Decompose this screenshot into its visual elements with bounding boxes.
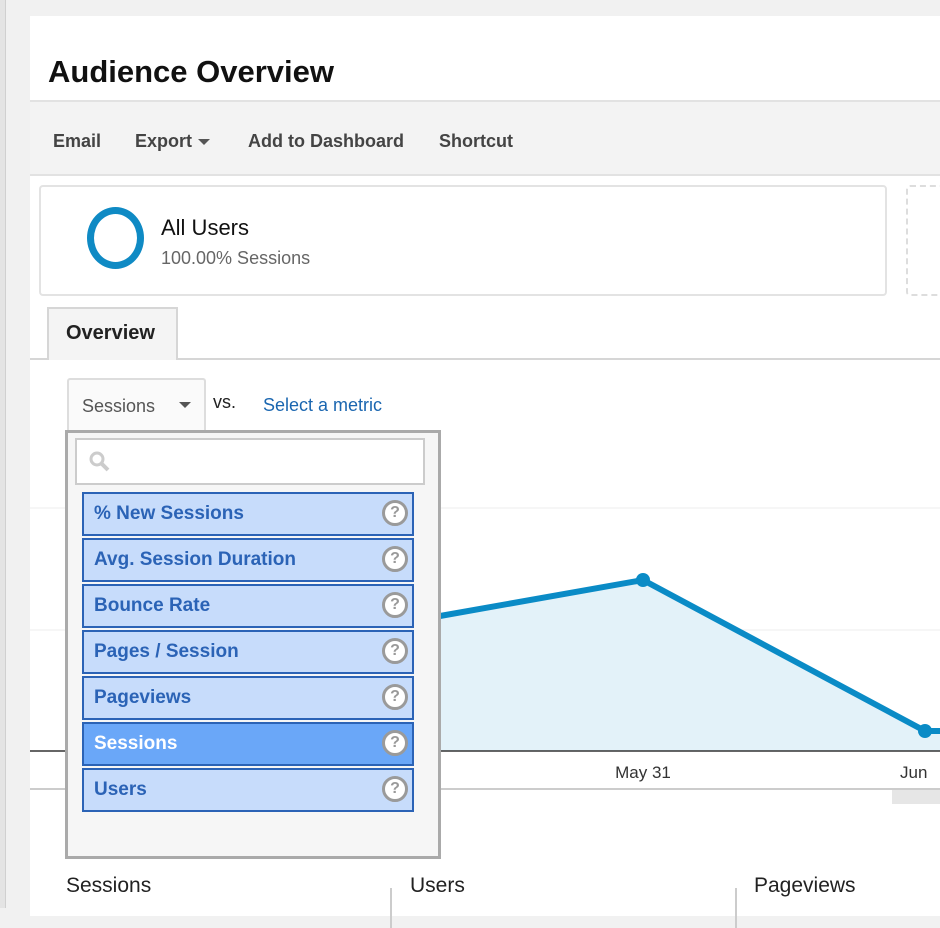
shortcut-button[interactable]: Shortcut <box>439 131 513 152</box>
tab-overview[interactable]: Overview <box>47 307 178 360</box>
page-title: Audience Overview <box>48 54 335 89</box>
export-button[interactable]: Export <box>135 131 211 152</box>
metric-option-label: Pageviews <box>94 687 192 708</box>
metric-option[interactable]: Bounce Rate? <box>82 584 414 628</box>
metric-option[interactable]: % New Sessions? <box>82 492 414 536</box>
help-icon[interactable]: ? <box>382 500 408 526</box>
data-point <box>918 724 932 738</box>
data-point <box>636 573 650 587</box>
metric-option-label: Users <box>94 779 147 800</box>
toolbar: Email Export Add to Dashboard Shortcut <box>30 100 940 176</box>
x-tick-label: Jun <box>900 763 927 782</box>
segment-card[interactable]: All Users 100.00% Sessions <box>39 185 887 296</box>
x-tick-label: May 31 <box>615 763 671 782</box>
help-icon[interactable]: ? <box>382 684 408 710</box>
metric-option[interactable]: Sessions? <box>82 722 414 766</box>
metric-dropdown-menu: % New Sessions? Avg. Session Duration? Bou… <box>65 430 441 859</box>
metric-option[interactable]: Avg. Session Duration? <box>82 538 414 582</box>
metric-summary-users: Users <box>410 874 465 897</box>
metric-option[interactable]: Pageviews? <box>82 676 414 720</box>
segment-subtitle: 100.00% Sessions <box>161 248 311 268</box>
email-button[interactable]: Email <box>53 131 101 152</box>
metric-option[interactable]: Pages / Session? <box>82 630 414 674</box>
metric-dropdown[interactable]: Sessions <box>67 378 206 432</box>
segment-donut-icon <box>87 207 144 269</box>
export-label: Export <box>135 131 193 151</box>
help-icon[interactable]: ? <box>382 592 408 618</box>
add-to-dashboard-button[interactable]: Add to Dashboard <box>248 131 404 152</box>
metric-option-label: Pages / Session <box>94 641 239 662</box>
help-icon[interactable]: ? <box>382 730 408 756</box>
metric-search-input[interactable] <box>75 438 425 485</box>
metric-selected: Sessions <box>82 396 156 416</box>
help-icon[interactable]: ? <box>382 638 408 664</box>
help-icon[interactable]: ? <box>382 546 408 572</box>
chevron-down-icon <box>179 402 191 408</box>
divider <box>735 888 737 928</box>
left-edge <box>0 0 6 908</box>
help-icon[interactable]: ? <box>382 776 408 802</box>
metric-summary-sessions: Sessions <box>66 874 152 897</box>
metric-option-label: % New Sessions <box>94 503 244 524</box>
metric-option[interactable]: Users? <box>82 768 414 812</box>
vs-label: vs. <box>213 392 237 412</box>
metric-option-label: Avg. Session Duration <box>94 549 296 570</box>
metric-option-label: Sessions <box>94 733 178 754</box>
search-icon <box>89 451 110 472</box>
segment-name: All Users <box>161 215 250 240</box>
chart-scroll-handle[interactable] <box>892 790 940 804</box>
divider <box>390 888 392 928</box>
metric-summary-pageviews: Pageviews <box>754 874 856 897</box>
select-metric-link[interactable]: Select a metric <box>263 395 382 416</box>
add-segment-card[interactable] <box>906 185 940 296</box>
main-panel: Audience Overview Email Export Add to Da… <box>30 16 940 928</box>
metric-option-label: Bounce Rate <box>94 595 211 616</box>
chevron-down-icon <box>198 139 211 146</box>
